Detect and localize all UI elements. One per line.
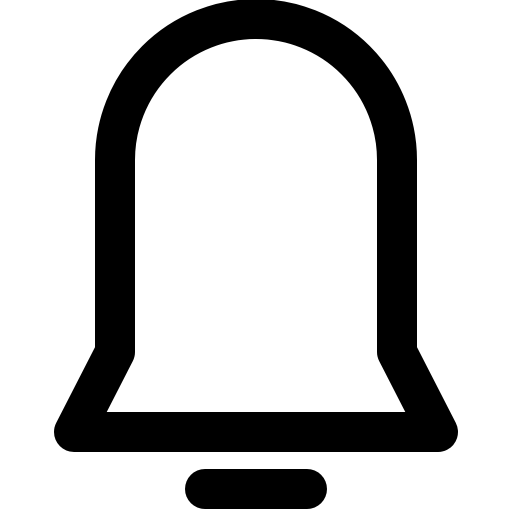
icon-canvas: [0, 0, 512, 512]
bell-icon: [54, 0, 458, 509]
bell-body: [54, 0, 458, 452]
bell-clapper-bar: [185, 469, 327, 509]
